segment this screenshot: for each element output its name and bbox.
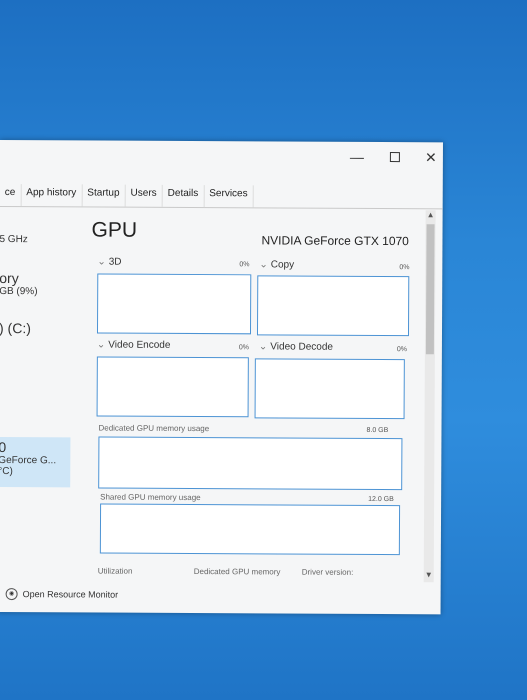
sidebar-gpu-title: 0 [0, 438, 7, 456]
vertical-scrollbar[interactable]: ▲ ▼ [423, 210, 436, 583]
open-resource-monitor-link[interactable]: ◉ Open Resource Monitor [5, 588, 119, 601]
sidebar-gpu-temp: °C) [0, 465, 13, 478]
sidebar-item-memory[interactable]: ory GB (9%) [0, 270, 71, 297]
graph-video-decode [254, 358, 405, 420]
scroll-thumb[interactable] [425, 224, 435, 355]
chevron-down-icon: ⌄ [97, 256, 106, 268]
tab-services[interactable]: Services [204, 185, 254, 208]
graph-video-encode-label: Video Encode [108, 339, 171, 351]
dedicated-memory-stat-label: Dedicated GPU memory [193, 567, 281, 577]
shared-memory-max: 12.0 GB [368, 495, 394, 504]
graph-copy [256, 275, 410, 337]
graph-3d [96, 273, 252, 335]
maximize-button[interactable] [384, 148, 406, 166]
graph-copy-selector[interactable]: ⌄ Copy [259, 259, 294, 270]
minimize-button[interactable]: — [346, 148, 368, 166]
sidebar-gpu-name: GeForce G... [0, 454, 57, 467]
tab-bar: ce App history Startup Users Details Ser… [0, 183, 443, 210]
graph-video-decode-selector[interactable]: ⌄ Video Decode [259, 341, 333, 352]
sidebar-memory-title: ory [0, 269, 19, 287]
resource-sidebar: 5 GHz ory GB (9%) ) (C:) 0 GeForce G... … [0, 210, 72, 590]
graph-video-encode-percent: 0% [238, 344, 250, 352]
tab-startup[interactable]: Startup [82, 184, 126, 207]
graph-3d-selector[interactable]: ⌄ 3D [97, 257, 121, 268]
graph-video-decode-percent: 0% [396, 346, 408, 354]
chevron-down-icon: ⌄ [96, 339, 106, 351]
utilization-label: Utilization [97, 566, 133, 576]
shared-memory-graph [99, 503, 401, 556]
sidebar-cpu-speed: 5 GHz [0, 233, 28, 246]
task-manager-window: — ✕ ce App history Startup Users Details… [0, 140, 443, 615]
driver-version-label: Driver version: [301, 567, 354, 577]
graph-3d-label: 3D [108, 256, 122, 268]
shared-memory-label: Shared GPU memory usage [100, 492, 201, 503]
resource-monitor-icon: ◉ [5, 588, 18, 601]
open-resource-monitor-label: Open Resource Monitor [22, 589, 119, 600]
page-title: GPU [91, 218, 138, 242]
gpu-panel: GPU NVIDIA GeForce GTX 1070 ⌄ 3D 0% ⌄ Copy… [86, 210, 418, 582]
graph-video-encode-selector[interactable]: ⌄ Video Encode [97, 340, 171, 351]
maximize-icon [389, 152, 400, 163]
chevron-down-icon: ⌄ [258, 341, 268, 353]
sidebar-item-gpu[interactable]: 0 GeForce G... °C) [0, 436, 71, 488]
title-bar: — ✕ [0, 140, 443, 172]
dedicated-memory-graph [98, 436, 403, 491]
graph-3d-percent: 0% [239, 261, 250, 269]
scroll-up-icon[interactable]: ▲ [426, 210, 436, 219]
graph-video-decode-label: Video Decode [270, 341, 333, 353]
graph-video-encode [96, 356, 249, 418]
dedicated-memory-label: Dedicated GPU memory usage [98, 423, 210, 434]
tab-details[interactable]: Details [162, 184, 205, 208]
dedicated-memory-max: 8.0 GB [366, 426, 389, 435]
close-button[interactable]: ✕ [420, 148, 442, 166]
scroll-down-icon[interactable]: ▼ [424, 570, 434, 579]
graph-copy-percent: 0% [399, 264, 410, 272]
sidebar-item-cpu[interactable]: 5 GHz [0, 234, 72, 245]
sidebar-memory-usage: GB (9%) [0, 285, 38, 298]
chevron-down-icon: ⌄ [259, 259, 268, 271]
graph-copy-label: Copy [270, 259, 295, 271]
sidebar-item-disk[interactable]: ) (C:) [0, 320, 71, 336]
tab-app-history[interactable]: App history [21, 184, 83, 207]
sidebar-disk-title: ) (C:) [0, 319, 31, 337]
tab-performance[interactable]: ce [0, 183, 22, 207]
tab-users[interactable]: Users [125, 184, 163, 207]
gpu-model-name: NVIDIA GeForce GTX 1070 [261, 233, 409, 249]
